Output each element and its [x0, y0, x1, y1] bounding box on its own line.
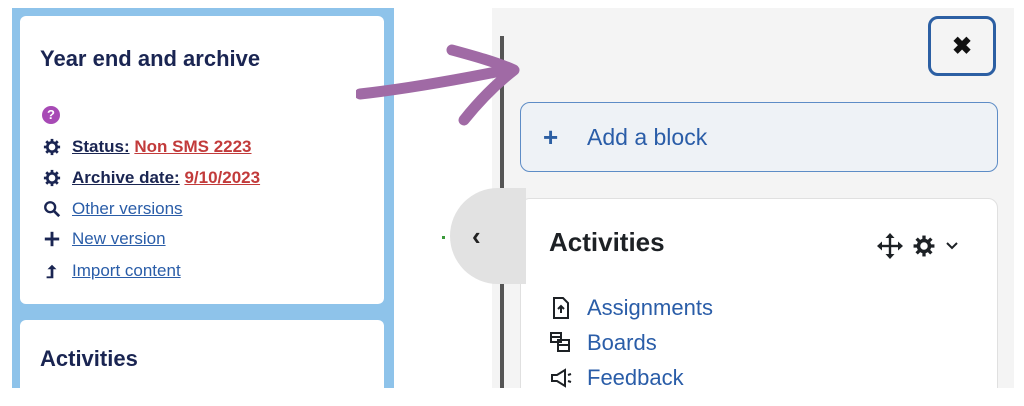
- activity-item-assignments[interactable]: Assignments: [549, 295, 713, 321]
- new-version-link[interactable]: New version: [42, 228, 166, 250]
- close-icon: ✖: [951, 32, 973, 60]
- archive-date-value: 9/10/2023: [184, 168, 261, 187]
- year-end-archive-card: Year end and archive ? Status: Non SMS 2…: [20, 16, 384, 304]
- boards-icon: [549, 331, 573, 355]
- assignment-icon: [549, 296, 573, 320]
- add-block-button[interactable]: + Add a block: [520, 102, 998, 172]
- gear-icon: [42, 168, 62, 188]
- chevron-left-icon: ‹: [472, 220, 481, 251]
- upload-arrow-icon: [42, 261, 62, 281]
- activity-item-boards[interactable]: Boards: [549, 330, 657, 356]
- other-versions-link[interactable]: Other versions: [42, 198, 183, 220]
- move-icon[interactable]: [877, 233, 903, 259]
- collapse-drawer-tab[interactable]: ‹: [450, 188, 526, 284]
- left-panel: Year end and archive ? Status: Non SMS 2…: [12, 8, 394, 388]
- gear-icon[interactable]: [913, 235, 935, 257]
- status-label: Status:: [72, 137, 130, 156]
- block-drawer: ✖ + Add a block Activities Assignments B…: [492, 8, 1014, 388]
- gear-icon: [42, 137, 62, 157]
- activities-card: Activities: [20, 320, 384, 388]
- status-link[interactable]: Status: Non SMS 2223: [42, 136, 252, 158]
- annotation-arrow-icon: [356, 44, 520, 126]
- activity-label: Boards: [587, 330, 657, 355]
- help-icon[interactable]: ?: [42, 106, 60, 124]
- chevron-down-icon[interactable]: [945, 239, 959, 253]
- archive-date-link[interactable]: Archive date: 9/10/2023: [42, 167, 260, 189]
- plus-icon: +: [543, 121, 559, 152]
- megaphone-icon: [549, 366, 573, 388]
- import-content-link[interactable]: Import content: [42, 260, 181, 282]
- add-block-label: Add a block: [587, 123, 708, 150]
- import-content-label: Import content: [72, 261, 181, 280]
- edge-marker: [442, 236, 445, 239]
- card-title: Year end and archive: [40, 46, 261, 71]
- archive-date-label: Archive date:: [72, 168, 180, 187]
- card-title: Activities: [40, 346, 138, 371]
- new-version-label: New version: [72, 229, 166, 248]
- search-icon: [42, 199, 62, 219]
- plus-icon: [42, 229, 62, 249]
- activity-label: Feedback: [587, 365, 684, 388]
- other-versions-label: Other versions: [72, 199, 183, 218]
- activities-block-title: Activities: [549, 227, 665, 257]
- close-drawer-button[interactable]: ✖: [928, 16, 996, 76]
- block-controls: [877, 233, 959, 259]
- activity-item-feedback[interactable]: Feedback: [549, 365, 684, 388]
- activity-label: Assignments: [587, 295, 713, 320]
- status-value: Non SMS 2223: [134, 137, 252, 156]
- activities-block: Activities Assignments Boards Feedback: [520, 198, 998, 388]
